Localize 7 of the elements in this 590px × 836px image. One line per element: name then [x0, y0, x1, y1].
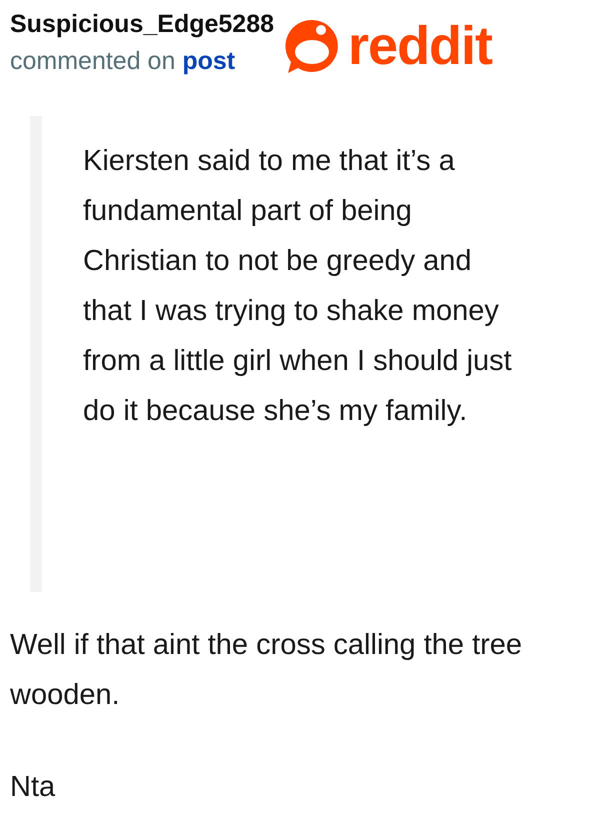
username[interactable]: Suspicious_Edge5288 [10, 6, 274, 42]
comment-text: Nta [10, 770, 56, 805]
logo-wordmark: reddit [348, 19, 492, 73]
comment-meta: commented on post [10, 46, 236, 77]
comment-text: Well if that aint the cross calling the tree wooden. [10, 628, 524, 713]
quote-text: Kiersten said to me that it’s a fundamental part of being Christian to not be greedy and that I was trying to shake money from a little girl when I should just do it because she’s my family. [83, 144, 513, 429]
post-link[interactable]: post [182, 47, 236, 75]
